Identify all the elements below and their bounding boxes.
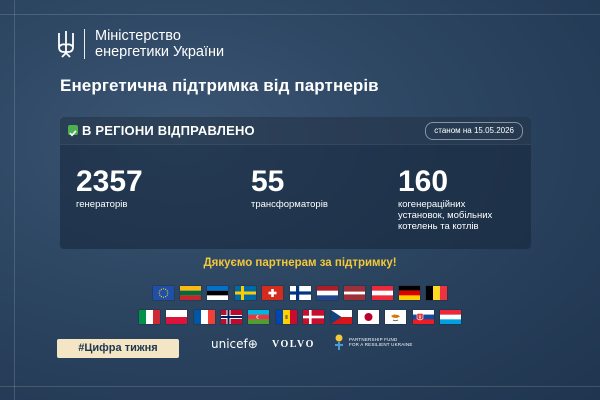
flag-france: [193, 310, 215, 324]
stat-label: трансформаторів: [251, 199, 328, 210]
stat-value: 2357: [76, 165, 143, 198]
flag-czechia: [330, 310, 352, 324]
ministry-line-2: енергетики України: [95, 44, 225, 60]
stat-cogeneration: 160 когенераційних установок, мобільних …: [398, 165, 492, 233]
flag-estonia: [207, 286, 229, 300]
flags-row-1: [0, 286, 600, 300]
volvo-logo: VOLVO: [272, 339, 315, 350]
unicef-wordmark: unicef: [211, 337, 248, 351]
date-badge: станом на 15.05.2026: [425, 122, 523, 140]
header-separator: [84, 29, 85, 59]
flag-slovakia: [412, 310, 434, 324]
stat-label-line: когенераційних: [398, 199, 466, 210]
flag-sweden: [234, 286, 256, 300]
flag-moldova: [275, 310, 297, 324]
flag-belgium: [426, 286, 448, 300]
ministry-name: Міністерство енергетики України: [95, 28, 224, 60]
flag-latvia: [344, 286, 366, 300]
fund-text: PARTNERSHIP FUND FOR A RESILIENT UKRAINE: [349, 337, 413, 348]
stat-label: генераторів: [76, 199, 128, 210]
flag-netherlands: [316, 286, 338, 300]
tryzub-icon: [58, 31, 74, 58]
hashtag-badge: #Цифра тижня: [57, 339, 179, 358]
flag-norway: [221, 310, 243, 324]
flag-cyprus: [385, 310, 407, 324]
panel-header: В РЕГІОНИ ВІДПРАВЛЕНО станом на 15.05.20…: [60, 117, 531, 145]
flag-switzerland: [262, 286, 284, 300]
ministry-line-1: Міністерство: [95, 28, 181, 44]
flag-japan: [357, 310, 379, 324]
stat-label-line: котелень та котлів: [398, 221, 479, 232]
partnership-fund-logo: PARTNERSHIP FUND FOR A RESILIENT UKRAINE: [333, 333, 413, 351]
flag-eu: [152, 286, 174, 300]
globe-icon: ⊕: [247, 337, 258, 351]
flag-denmark: [303, 310, 325, 324]
flag-italy: [138, 310, 160, 324]
flag-azerbaijan: [248, 310, 270, 324]
stat-value: 160: [398, 165, 449, 198]
unicef-logo: unicef⊕: [211, 337, 258, 351]
flag-poland: [166, 310, 188, 324]
page-title: Енергетична підтримка від партнерів: [60, 76, 379, 95]
flag-finland: [289, 286, 311, 300]
ministry-header: Міністерство енергетики України: [56, 28, 224, 60]
flag-lithuania: [180, 286, 201, 300]
stat-generators: 2357 генераторів: [76, 165, 143, 211]
check-icon: [68, 125, 78, 137]
stat-label: когенераційних установок, мобільних коте…: [398, 199, 492, 232]
decor-line-bottom: [0, 386, 600, 387]
stats-panel: В РЕГІОНИ ВІДПРАВЛЕНО станом на 15.05.20…: [60, 117, 531, 249]
fund-line-2: FOR A RESILIENT UKRAINE: [349, 342, 413, 347]
flag-germany: [399, 286, 420, 300]
stat-value: 55: [251, 165, 285, 198]
decor-line-left: [14, 0, 15, 400]
fund-emblem-icon: [335, 334, 343, 350]
thanks-text: Дякуємо партнерам за підтримку!: [203, 257, 397, 269]
flag-austria: [371, 286, 393, 300]
flags-row-2: [0, 310, 600, 324]
stat-label-line: установок, мобільних: [398, 210, 493, 221]
region-label: В РЕГІОНИ ВІДПРАВЛЕНО: [82, 123, 255, 138]
decor-line-top: [0, 14, 600, 15]
stat-transformers: 55 трансформаторів: [251, 165, 328, 211]
flag-luxembourg: [440, 310, 462, 324]
